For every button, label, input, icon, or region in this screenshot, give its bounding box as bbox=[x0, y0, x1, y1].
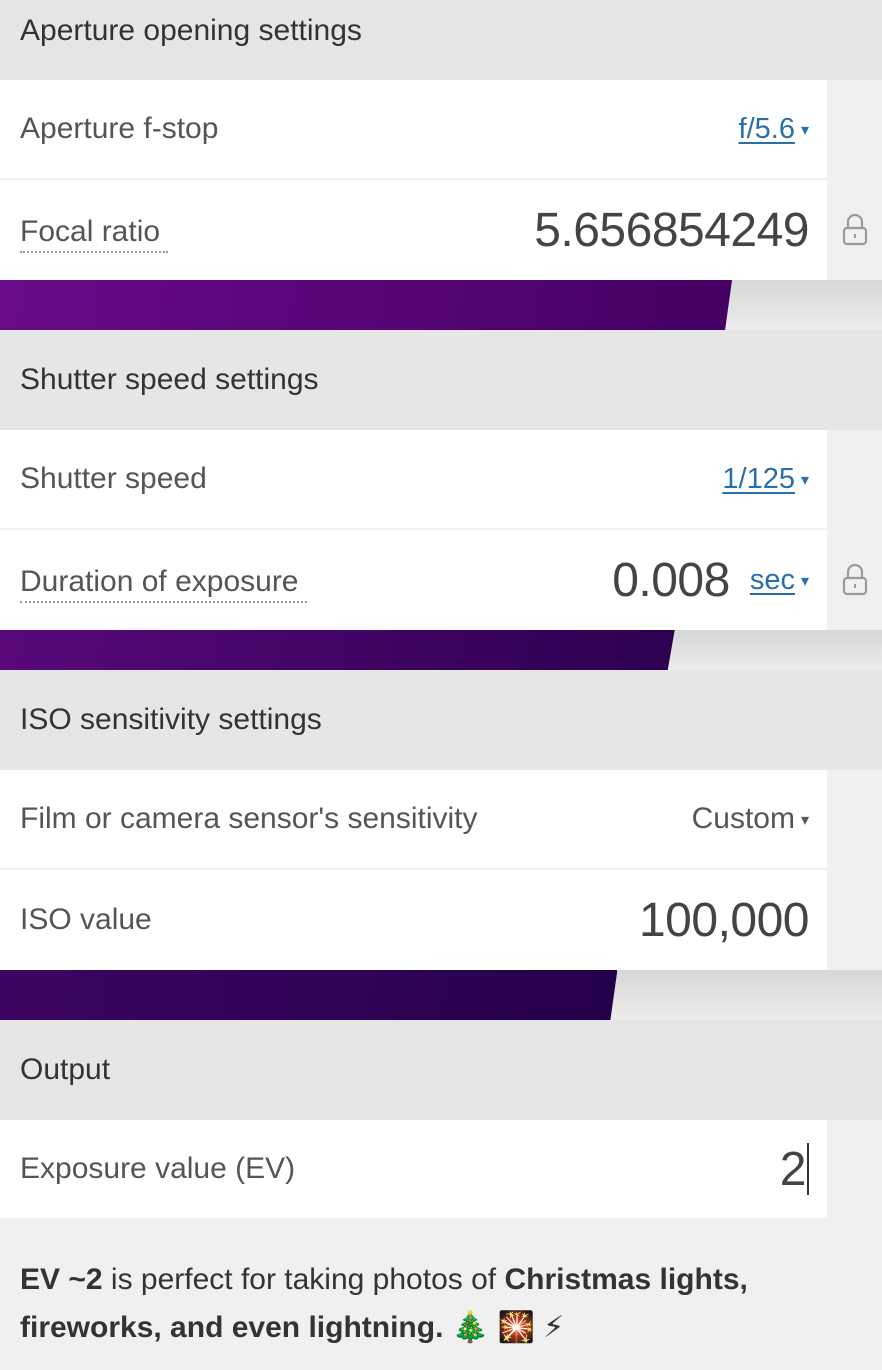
aperture-fstop-label: Aperture f-stop bbox=[20, 112, 219, 145]
iso-value-row: ISO value 100,000 bbox=[0, 870, 827, 970]
ev-input[interactable]: 2 bbox=[780, 1142, 809, 1197]
iso-progress-fill bbox=[0, 970, 617, 1020]
exposure-duration-label[interactable]: Duration of exposure bbox=[20, 565, 307, 603]
shutter-speed-label: Shutter speed bbox=[20, 462, 207, 495]
focal-ratio-lock-button[interactable] bbox=[827, 180, 882, 280]
chevron-down-icon: ▾ bbox=[800, 572, 809, 590]
focal-ratio-row: Focal ratio 5.656854249 bbox=[0, 180, 827, 280]
shutter-section-title: Shutter speed settings bbox=[20, 363, 319, 396]
duration-unit-value: sec bbox=[749, 563, 795, 596]
exposure-duration-input[interactable]: 0.008 bbox=[612, 553, 730, 608]
output-section-header: Output bbox=[0, 1020, 882, 1120]
aperture-section-header: Aperture opening settings bbox=[0, 0, 882, 80]
side-column bbox=[827, 770, 882, 870]
aperture-progress-bar bbox=[0, 280, 882, 330]
shutter-speed-value: 1/125 bbox=[722, 462, 795, 495]
side-column bbox=[827, 430, 882, 530]
aperture-progress-fill bbox=[0, 280, 732, 330]
side-column bbox=[827, 870, 882, 970]
ev-row: Exposure value (EV) 2 bbox=[0, 1120, 827, 1218]
chevron-down-icon: ▾ bbox=[800, 121, 809, 139]
exposure-duration-lock-button[interactable] bbox=[827, 530, 882, 630]
iso-value-input[interactable]: 100,000 bbox=[639, 893, 810, 948]
chevron-down-icon: ▾ bbox=[800, 812, 809, 830]
side-column bbox=[827, 80, 882, 180]
ev-value: 2 bbox=[779, 1142, 807, 1196]
exposure-duration-row: Duration of exposure 0.008 sec ▾ bbox=[0, 530, 827, 630]
ev-description-text: is perfect for taking photos of bbox=[102, 1263, 505, 1296]
aperture-fstop-row: Aperture f-stop f/5.6 ▾ bbox=[0, 80, 827, 180]
shutter-speed-row: Shutter speed 1/125 ▾ bbox=[0, 430, 827, 530]
ev-description: EV ~2 is perfect for taking photos of Ch… bbox=[0, 1218, 882, 1352]
lock-icon bbox=[842, 213, 867, 246]
iso-sensitivity-label: Film or camera sensor's sensitivity bbox=[20, 802, 478, 835]
lock-icon bbox=[842, 563, 867, 596]
focal-ratio-input[interactable]: 5.656854249 bbox=[534, 203, 809, 258]
duration-unit-select[interactable]: sec ▾ bbox=[750, 564, 809, 597]
lightning-icon: ⚡ bbox=[543, 1311, 565, 1344]
christmas-tree-icon: 🎄 bbox=[451, 1311, 490, 1344]
iso-value-label: ISO value bbox=[20, 903, 152, 936]
aperture-fstop-select[interactable]: f/5.6 ▾ bbox=[739, 113, 809, 146]
iso-sensitivity-select[interactable]: Custom ▾ bbox=[692, 802, 809, 836]
sparkler-icon: 🎇 bbox=[497, 1311, 535, 1344]
ev-description-bold-1: EV ~2 bbox=[20, 1263, 103, 1296]
aperture-fstop-value: f/5.6 bbox=[738, 112, 795, 145]
shutter-progress-bar bbox=[0, 630, 882, 670]
chevron-down-icon: ▾ bbox=[800, 471, 809, 489]
iso-section-header: ISO sensitivity settings bbox=[0, 670, 882, 770]
output-section-title: Output bbox=[20, 1053, 111, 1086]
shutter-progress-fill bbox=[0, 630, 675, 670]
ev-label: Exposure value (EV) bbox=[20, 1152, 296, 1185]
text-cursor bbox=[807, 1143, 809, 1195]
aperture-section-title: Aperture opening settings bbox=[20, 14, 362, 47]
iso-sensitivity-value: Custom bbox=[691, 802, 795, 835]
iso-progress-bar bbox=[0, 970, 882, 1020]
iso-sensitivity-row: Film or camera sensor's sensitivity Cust… bbox=[0, 770, 827, 870]
iso-section-title: ISO sensitivity settings bbox=[20, 703, 322, 736]
focal-ratio-label[interactable]: Focal ratio bbox=[20, 215, 169, 253]
shutter-speed-select[interactable]: 1/125 ▾ bbox=[722, 463, 809, 496]
shutter-section-header: Shutter speed settings bbox=[0, 330, 882, 430]
side-column bbox=[827, 1120, 882, 1218]
